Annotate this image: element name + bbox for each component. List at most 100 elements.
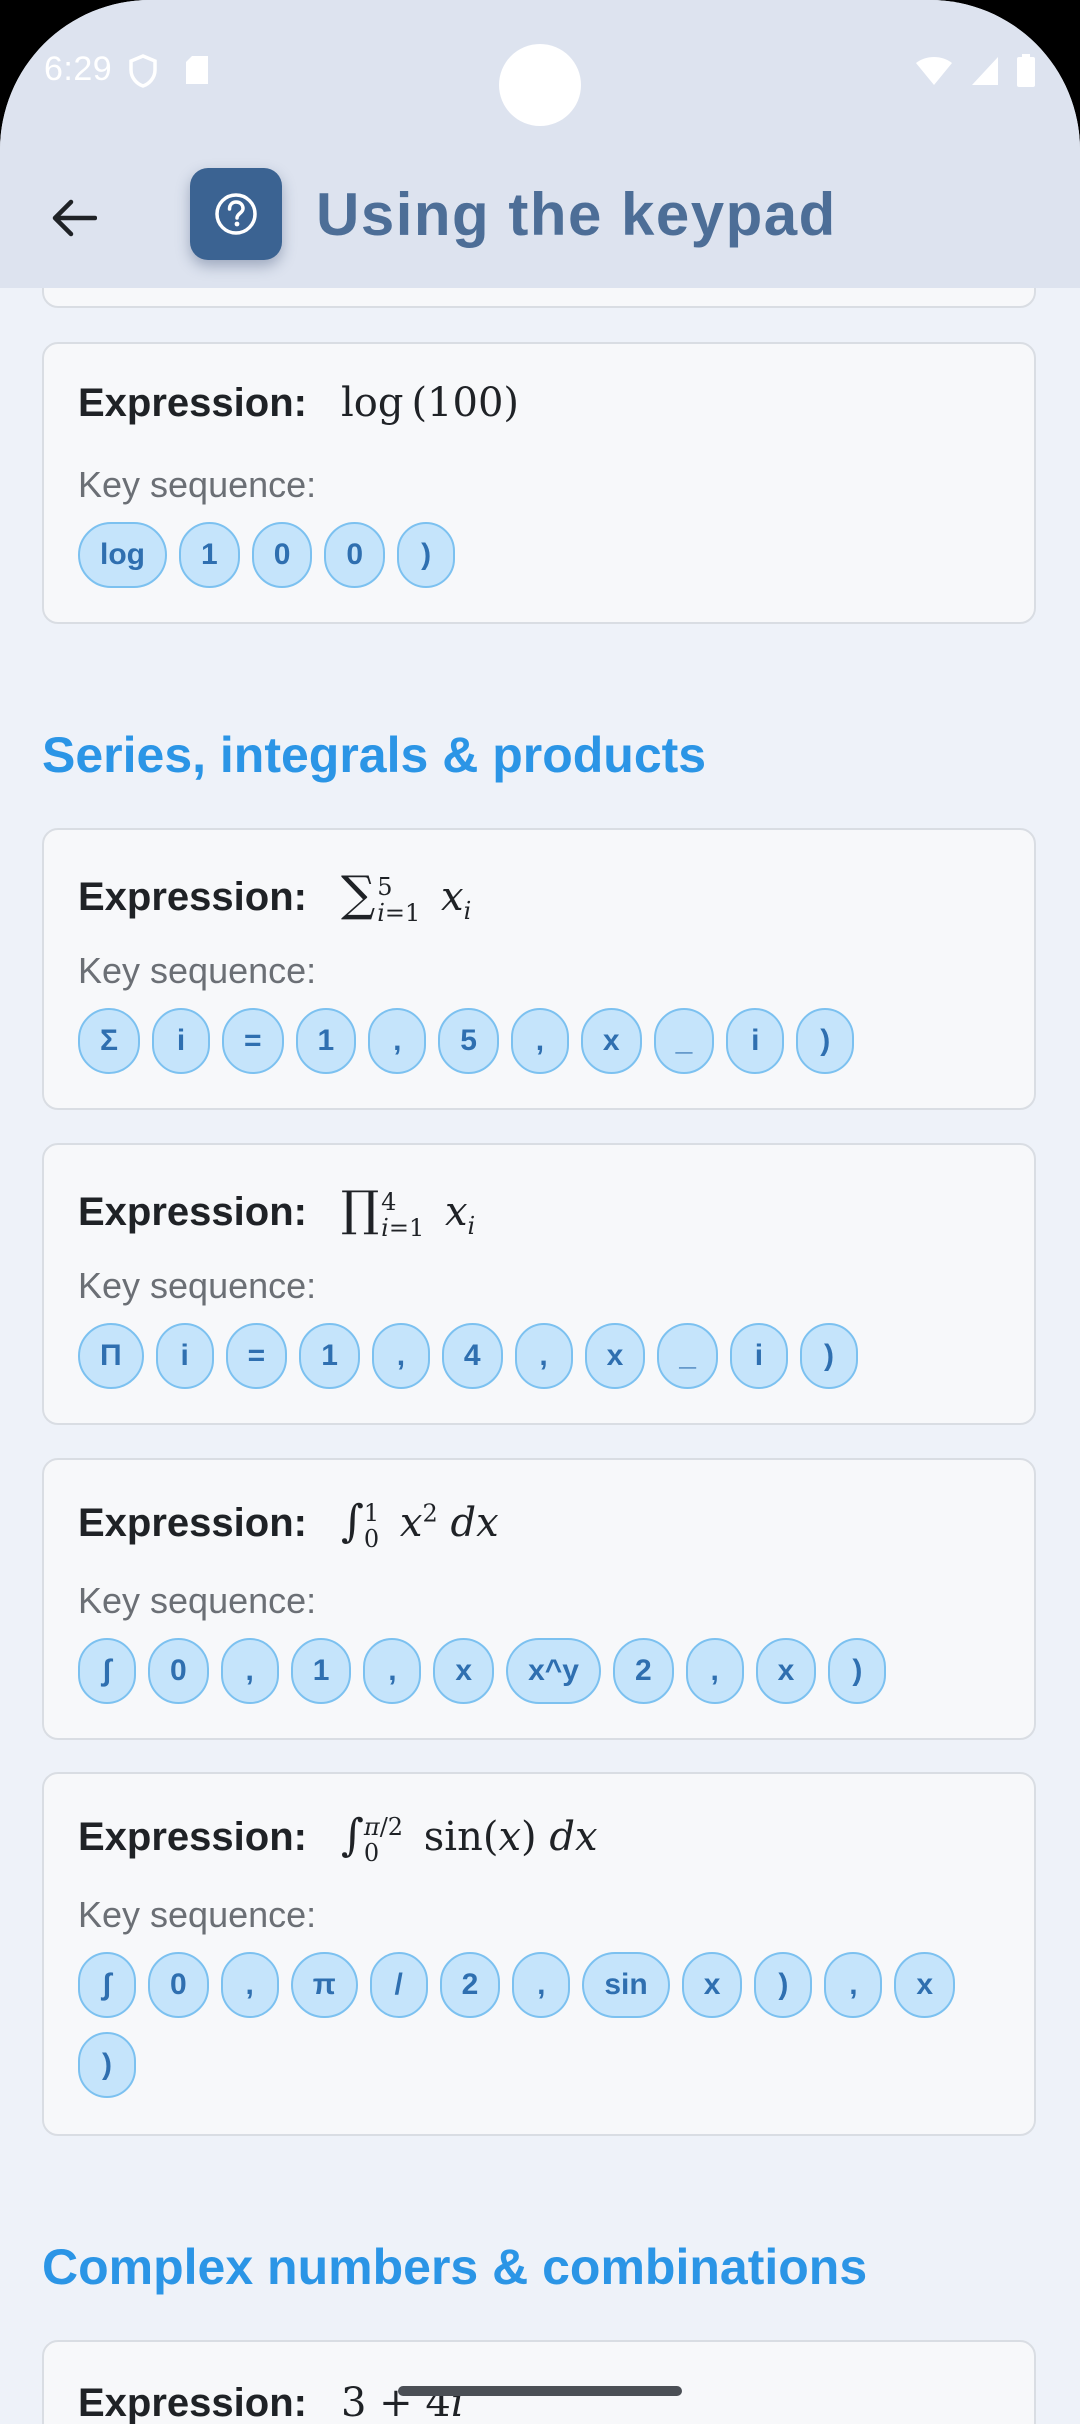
example-card-complex: Expression: 3 + 4i	[42, 2340, 1036, 2424]
camera-cutout	[499, 44, 581, 126]
key-chip: )	[799, 1323, 858, 1389]
section-heading-complex: Complex numbers & combinations	[42, 2239, 868, 2295]
key-sequence-label: Key sequence:	[78, 464, 317, 505]
shield-icon	[129, 54, 157, 88]
app-bar: Using the keypad	[0, 140, 1080, 288]
key-chip: x	[755, 1638, 817, 1704]
expression-math: ∫ 1 0 x2 dx	[340, 1496, 499, 1553]
example-card-product: Expression: ∏ 4 i=1 xi Key sequence: Πi = 1,…	[42, 1143, 1036, 1425]
status-right-icons	[914, 54, 1036, 88]
expression-row: Expression: log (100)	[78, 380, 519, 426]
section-heading-series: Series, integrals & products	[42, 727, 707, 783]
gesture-home-bar[interactable]	[398, 2386, 682, 2396]
status-time: 6:29	[44, 50, 113, 88]
key-chip: )	[754, 1952, 813, 2018]
key-chip: i	[726, 1008, 785, 1074]
key-chip: ,	[824, 1952, 883, 2018]
key-chip: Π	[78, 1323, 144, 1389]
back-button[interactable]	[38, 182, 110, 254]
expression-row: Expression: ∫ 1 0 x2 dx	[78, 1496, 499, 1552]
key-chip: ,	[371, 1323, 430, 1389]
key-chip: x	[681, 1952, 743, 2018]
key-chip: )	[796, 1008, 855, 1074]
key-chip: 1	[179, 522, 240, 588]
status-bar: 6:29	[0, 0, 1080, 140]
expression-label: Expression:	[78, 1501, 307, 1545]
key-chip: ,	[510, 1008, 569, 1074]
expression-label: Expression:	[78, 2381, 307, 2424]
battery-icon	[1017, 54, 1035, 87]
key-chip: 1	[295, 1008, 357, 1074]
key-sequence-label: Key sequence:	[78, 950, 317, 991]
key-sequence-label: Key sequence:	[78, 1265, 317, 1306]
expression-math: ∑ 5 i=1 xi	[340, 866, 472, 927]
expression-row: Expression: ∏ 4 i=1 xi	[78, 1181, 475, 1241]
scroll-content[interactable]: Expression: log (100) Key sequence: log 1 0…	[0, 0, 1080, 2424]
key-chip: sin	[582, 1952, 670, 2018]
key-chip: =	[225, 1323, 288, 1389]
expression-label: Expression:	[78, 381, 307, 425]
help-badge	[190, 168, 282, 260]
key-chip: ∫	[78, 1952, 136, 2018]
key-chip: )	[397, 522, 456, 588]
key-sequence-label: Key sequence:	[78, 1580, 317, 1621]
key-chip: ,	[512, 1952, 571, 2018]
key-chip: )	[828, 1638, 887, 1704]
key-chip: log	[78, 522, 167, 588]
key-chip: ,	[685, 1638, 744, 1704]
key-chip: ,	[368, 1008, 427, 1074]
key-chip: _	[653, 1008, 715, 1074]
key-chip: 1	[299, 1323, 360, 1389]
example-card-log: Expression: log (100) Key sequence: log 1 0…	[42, 342, 1036, 624]
top-app-bar: 6:29 Using the keypad	[0, 0, 1080, 288]
key-chip: Σ	[78, 1008, 141, 1074]
key-chip: ,	[363, 1638, 422, 1704]
key-chip: x	[580, 1008, 642, 1074]
cellular-signal-icon	[972, 57, 998, 85]
key-chip: =	[222, 1008, 284, 1074]
page-title: Using the keypad	[316, 181, 837, 248]
key-chip: π	[290, 1952, 358, 2018]
key-chip: 0	[148, 1952, 209, 2018]
wifi-icon	[916, 57, 952, 85]
key-chip: )	[78, 2032, 136, 2098]
key-sequence: ∫ 0, 1, x x^y 2, x)	[78, 1638, 1018, 1704]
key-chip: 2	[439, 1952, 501, 2018]
key-chip: _	[657, 1323, 718, 1389]
key-chip: 2	[612, 1638, 674, 1704]
key-chip: i	[152, 1008, 211, 1074]
key-chip: ,	[514, 1323, 573, 1389]
key-sequence-label: Key sequence:	[78, 1894, 317, 1935]
sd-card-icon	[186, 56, 208, 84]
key-chip: /	[369, 1952, 428, 2018]
key-chip: 5	[438, 1008, 499, 1074]
key-chip: 0	[251, 522, 313, 588]
key-chip: i	[729, 1323, 788, 1389]
key-chip: x	[894, 1952, 956, 2018]
key-chip: i	[155, 1323, 214, 1389]
key-chip: ∫	[78, 1638, 136, 1704]
key-sequence: ∫ 0, π/2, sin x), x)	[78, 1952, 1018, 2098]
expression-label: Expression:	[78, 1190, 307, 1234]
key-chip: x	[433, 1638, 495, 1704]
expression-label: Expression:	[78, 875, 307, 919]
example-card-integral: Expression: ∫ 1 0 x2 dx Key sequence: ∫ 0, 1…	[42, 1458, 1036, 1740]
key-chip: 1	[290, 1638, 352, 1704]
expression-math: log (100)	[340, 380, 520, 426]
expression-label: Expression:	[78, 1815, 307, 1859]
help-circle-icon	[215, 193, 257, 235]
expression-math: ∏ 4 i=1 xi	[340, 1181, 476, 1242]
key-sequence: log 1 0 0)	[78, 522, 1018, 588]
key-chip: 0	[324, 522, 386, 588]
screen: Expression: log (100) Key sequence: log 1 0…	[0, 0, 1080, 2424]
key-chip: ,	[220, 1952, 279, 2018]
key-chip: x^y	[506, 1638, 601, 1704]
key-chip: 4	[441, 1323, 503, 1389]
arrow-back-icon	[52, 199, 97, 237]
key-sequence: Σi = 1, 5, x _ i)	[78, 1008, 1018, 1074]
example-card-sum: Expression: ∑ 5 i=1 xi Key sequence: Σi = 1,…	[42, 828, 1036, 1110]
status-left-icons	[128, 54, 210, 88]
key-sequence: Πi = 1, 4, x _ i)	[78, 1323, 1018, 1389]
example-card-integral-sin: Expression: ∫ π/2 0 sin(x) dx Key sequence…	[42, 1772, 1036, 2136]
key-chip: x	[584, 1323, 646, 1389]
